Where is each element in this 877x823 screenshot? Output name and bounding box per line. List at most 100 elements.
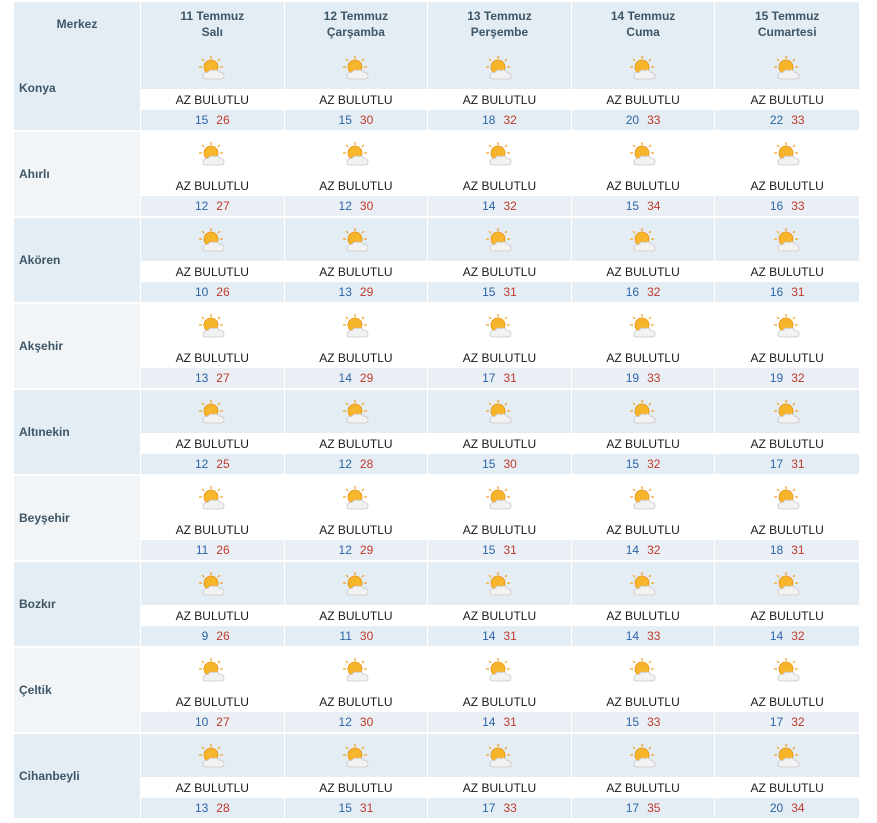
- weather-icon-cell: [285, 304, 429, 347]
- condition-row: AZ BULUTLU AZ BULUTLU AZ BULUTLU AZ BULUTLU…: [14, 777, 859, 798]
- max-temp: 27: [216, 715, 230, 729]
- partly-cloudy-icon: [630, 743, 656, 767]
- weather-icon-cell: [428, 734, 572, 777]
- min-temp: 17: [769, 457, 784, 471]
- condition-text: AZ BULUTLU: [428, 89, 572, 110]
- condition-text: AZ BULUTLU: [285, 519, 429, 540]
- weather-icon-cell: [141, 648, 285, 691]
- min-temp: 13: [338, 285, 352, 299]
- condition-text: AZ BULUTLU: [428, 433, 572, 454]
- temperature-cell: 19 33: [571, 368, 716, 390]
- min-temp: 10: [194, 715, 209, 729]
- weather-icon-cell: [428, 304, 572, 347]
- weather-icon-cell: [284, 734, 429, 777]
- temperature-cell: 10 27: [141, 712, 285, 734]
- forecast-body: Konya AZ BULUTLU AZ BULUTLU AZ BULUTLU AZ BU…: [14, 46, 859, 820]
- temperature-cell: 13 27: [141, 368, 285, 390]
- min-temp: 18: [769, 543, 784, 557]
- temperature-row: 10 26 13 29 15 31 16 32 16 31: [14, 282, 859, 304]
- condition-text: AZ BULUTLU: [285, 347, 429, 368]
- temperature-cell: 15 31: [428, 540, 572, 562]
- day-date: 14 Temmuz: [610, 9, 676, 23]
- min-temp: 16: [625, 285, 640, 299]
- temperature-cell: 19 32: [715, 368, 859, 390]
- condition-text: AZ BULUTLU: [572, 605, 716, 626]
- condition-text: AZ BULUTLU: [141, 691, 285, 712]
- weather-icon-cell: [428, 46, 572, 89]
- min-temp: 11: [339, 629, 352, 643]
- weather-icon-cell: [285, 648, 429, 691]
- weather-icon-cell: [428, 132, 572, 175]
- location-row: Akşehir: [14, 304, 859, 390]
- header-row: Merkez 11 Temmuz Salı 12 Temmuz Çarşamba 1…: [14, 2, 859, 46]
- location-name: Bozkır: [14, 562, 141, 648]
- partly-cloudy-icon: [630, 227, 656, 251]
- min-temp: 15: [338, 113, 352, 127]
- partly-cloudy-icon: [199, 399, 225, 423]
- max-temp: 32: [503, 113, 517, 127]
- max-temp: 32: [791, 715, 805, 729]
- day-date: 12 Temmuz: [323, 9, 389, 23]
- min-temp: 12: [338, 199, 352, 213]
- forecast-container: Merkez 11 Temmuz Salı 12 Temmuz Çarşamba 1…: [14, 2, 859, 820]
- min-temp: 22: [769, 113, 784, 127]
- temperature-cell: 17 33: [428, 798, 572, 820]
- partly-cloudy-icon: [486, 571, 512, 595]
- location-row: Ahırlı: [14, 132, 859, 218]
- partly-cloudy-icon: [630, 141, 656, 165]
- day-weekday: Perşembe: [470, 25, 529, 39]
- partly-cloudy-icon: [630, 313, 656, 337]
- weather-icon-cell: [715, 132, 859, 175]
- condition-row: AZ BULUTLU AZ BULUTLU AZ BULUTLU AZ BULUTLU…: [14, 691, 859, 712]
- weather-icon-cell: [571, 390, 716, 433]
- max-temp: 25: [216, 457, 230, 471]
- max-temp: 29: [359, 285, 374, 299]
- condition-text: AZ BULUTLU: [750, 92, 824, 107]
- weather-icon-cell: [715, 734, 859, 777]
- weather-icon-cell: [715, 218, 859, 261]
- min-temp: 12: [194, 457, 209, 471]
- min-temp: 14: [625, 629, 640, 643]
- temperature-cell: 15 34: [571, 196, 716, 218]
- min-temp: 19: [625, 371, 640, 385]
- partly-cloudy-icon: [630, 657, 656, 681]
- location-row: Akören: [14, 218, 859, 304]
- partly-cloudy-icon: [199, 485, 225, 509]
- partly-cloudy-icon: [486, 485, 512, 509]
- min-temp: 15: [482, 457, 496, 471]
- condition-text: AZ BULUTLU: [572, 175, 716, 196]
- weather-icon-cell: [141, 734, 285, 777]
- max-temp: 32: [647, 285, 661, 299]
- day-header-2: 12 Temmuz Çarşamba: [284, 2, 429, 46]
- condition-text: AZ BULUTLU: [572, 433, 716, 454]
- temperature-cell: 14 32: [428, 196, 572, 218]
- partly-cloudy-icon: [774, 485, 800, 509]
- temperature-row: 12 27 12 30 14 32 15 34 16 33: [14, 196, 859, 218]
- max-temp: 34: [791, 801, 805, 815]
- location-name: Ahırlı: [14, 132, 141, 218]
- partly-cloudy-icon: [199, 227, 225, 251]
- max-temp: 31: [359, 801, 374, 815]
- min-temp: 14: [769, 629, 784, 643]
- max-temp: 28: [359, 457, 374, 471]
- temperature-cell: 18 32: [428, 110, 572, 132]
- temperature-cell: 15 31: [284, 798, 429, 820]
- temperature-cell: 20 33: [571, 110, 716, 132]
- temperature-cell: 13 28: [141, 798, 285, 820]
- temperature-cell: 12 30: [284, 712, 429, 734]
- condition-text: AZ BULUTLU: [141, 89, 285, 110]
- partly-cloudy-icon: [774, 55, 800, 79]
- min-temp: 13: [194, 801, 209, 815]
- weather-icon-cell: [428, 390, 572, 433]
- location-name: Beyşehir: [14, 476, 141, 562]
- temperature-cell: 14 33: [571, 626, 716, 648]
- condition-text: AZ BULUTLU: [428, 777, 572, 798]
- location-name: Akşehir: [14, 304, 141, 390]
- partly-cloudy-icon: [342, 141, 369, 165]
- partly-cloudy-icon: [486, 657, 512, 681]
- condition-text: AZ BULUTLU: [750, 522, 824, 537]
- weather-icon-cell: [141, 132, 285, 175]
- condition-text: AZ BULUTLU: [285, 433, 429, 454]
- weather-icon-cell: [715, 304, 859, 347]
- partly-cloudy-icon: [199, 55, 225, 79]
